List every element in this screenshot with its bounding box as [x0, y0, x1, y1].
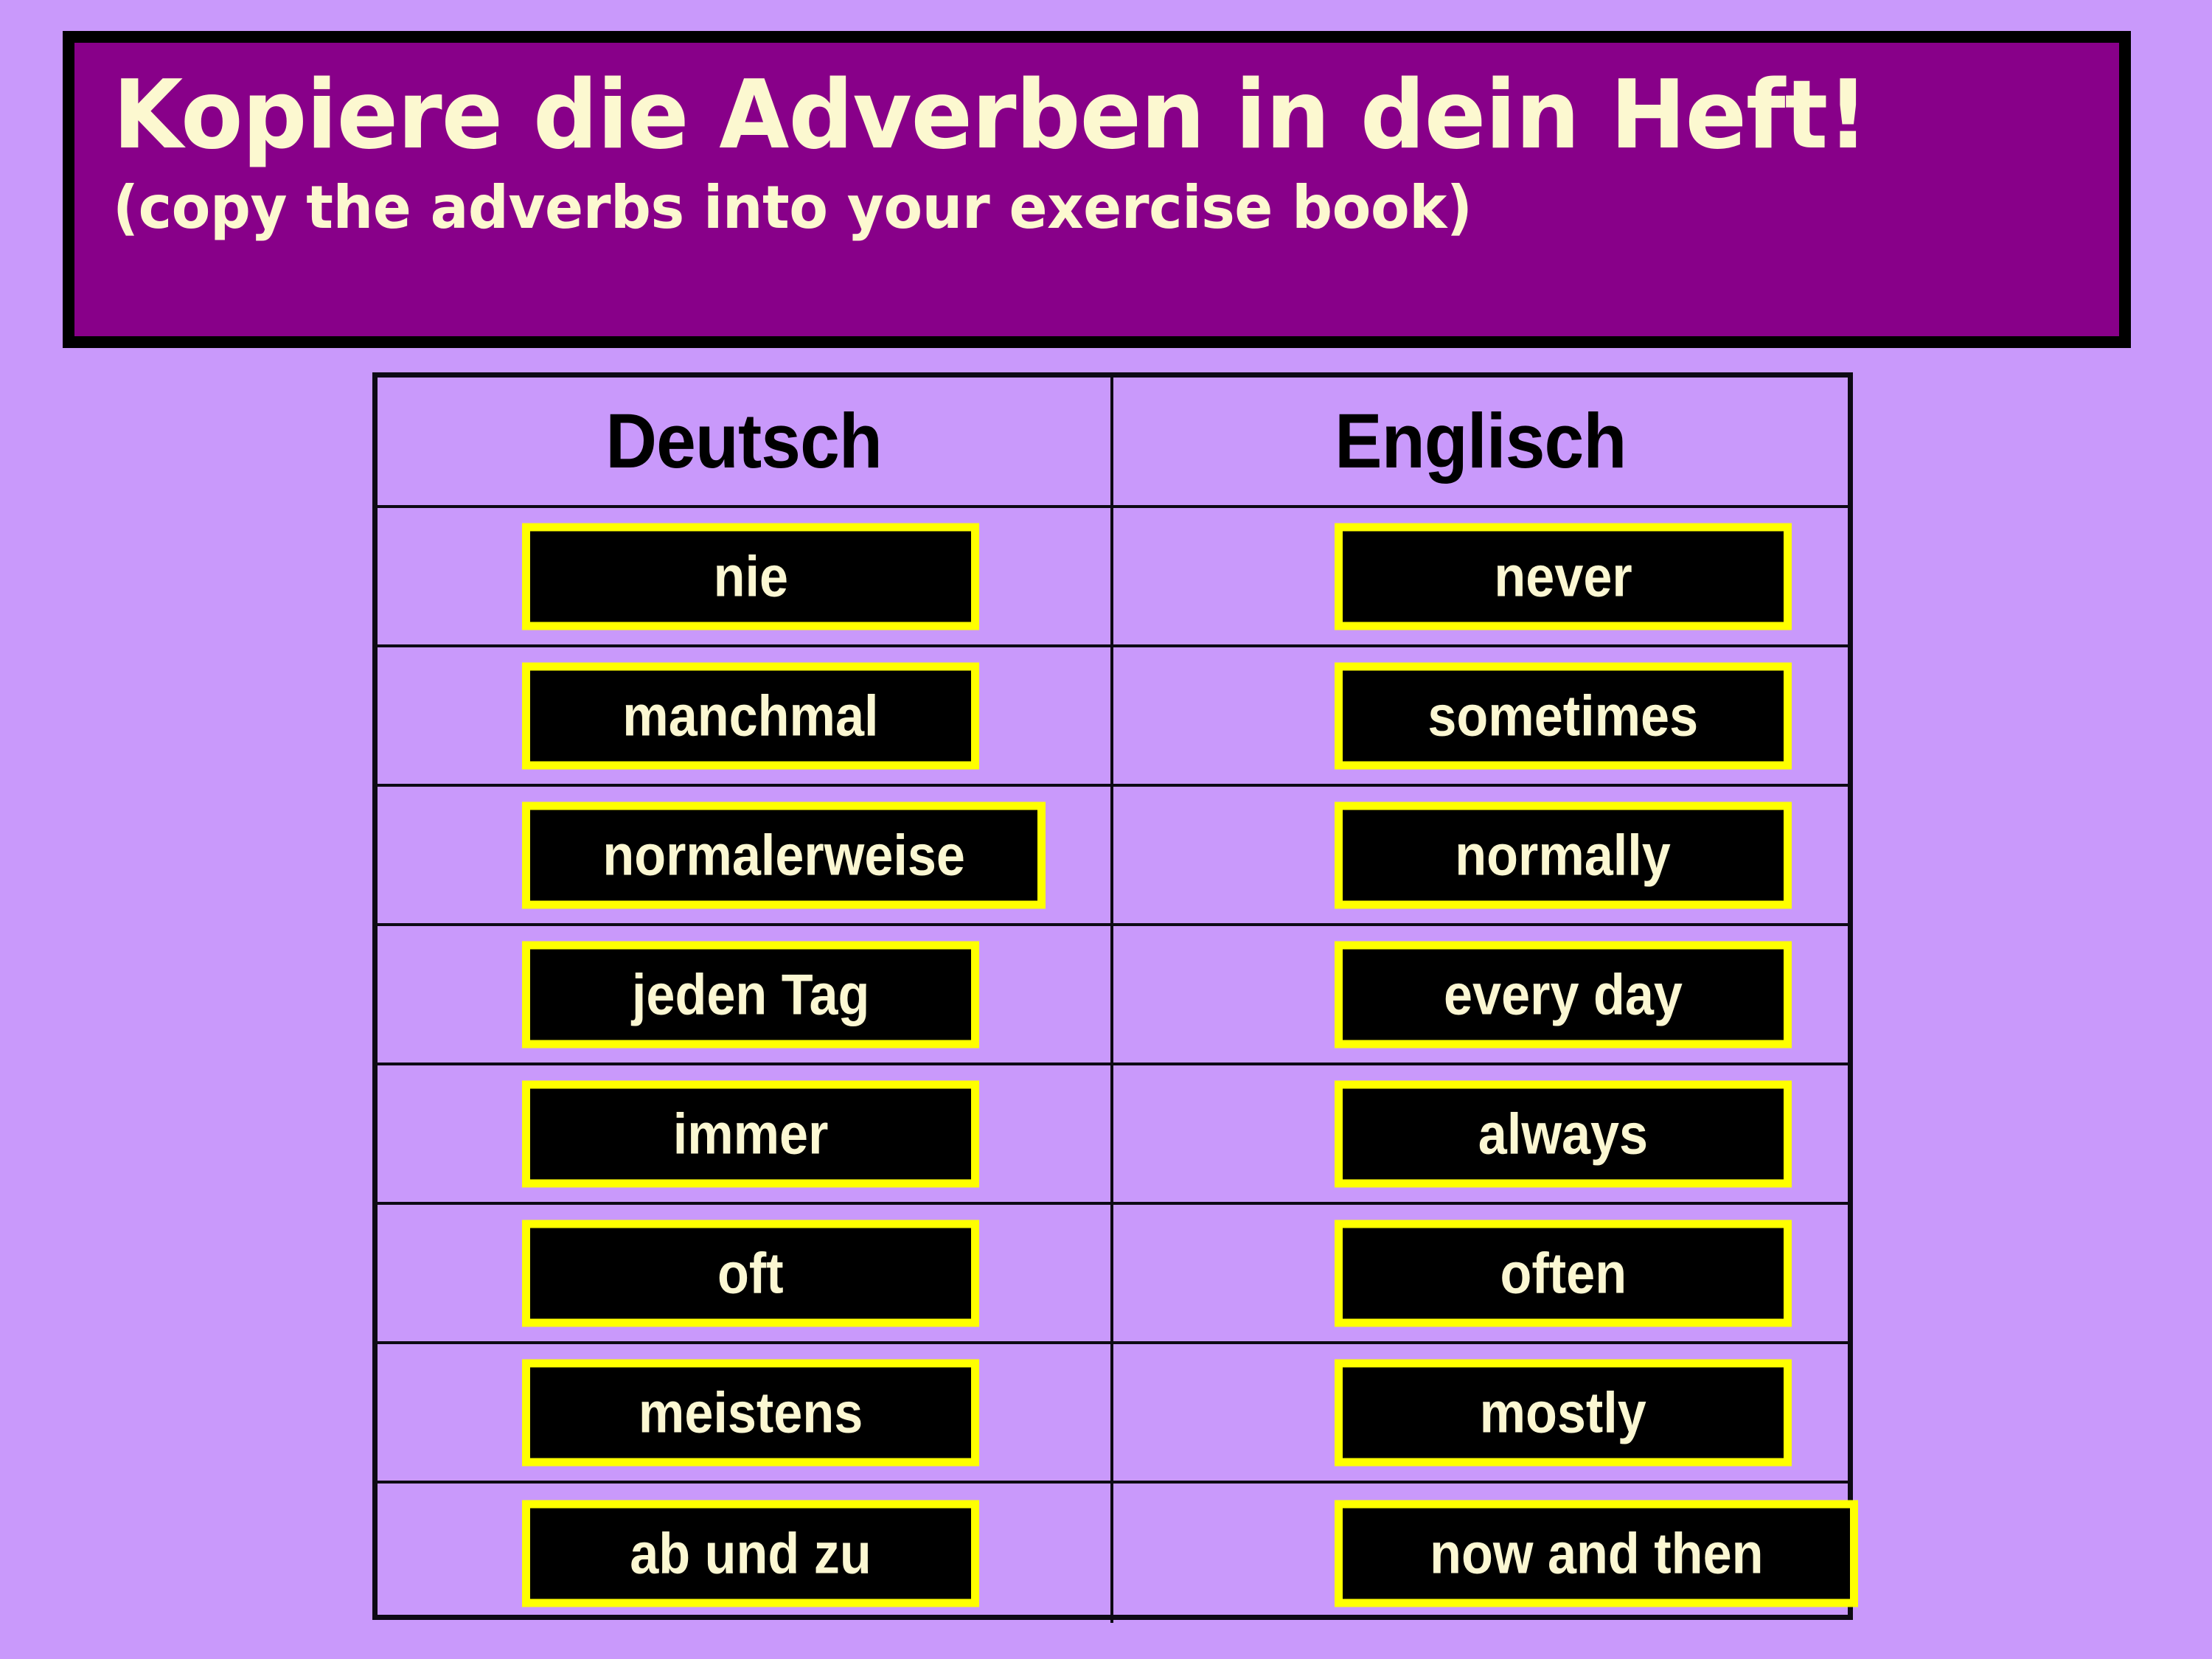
word-chip-inner: oft: [530, 1228, 971, 1318]
word-chip-english[interactable]: always: [1335, 1080, 1792, 1187]
cell-german: meistens: [378, 1344, 1113, 1481]
cell-english: now and then: [1113, 1484, 1858, 1623]
word-chip-inner: always: [1343, 1088, 1784, 1179]
cell-english: every day: [1113, 926, 1848, 1062]
column-header-german-label: Deutsch: [605, 398, 883, 484]
page-title: Kopiere die Adverben in dein Heft!: [113, 60, 1868, 170]
word-chip-english[interactable]: mostly: [1335, 1359, 1792, 1466]
word-chip-inner: normally: [1343, 810, 1784, 900]
column-header-english: Englisch: [1113, 378, 1848, 505]
word-chip-german[interactable]: meistens: [522, 1359, 979, 1466]
word-chip-english[interactable]: never: [1335, 523, 1792, 630]
column-header-german: Deutsch: [378, 378, 1113, 505]
cell-german: ab und zu: [378, 1484, 1113, 1623]
word-chip-english[interactable]: sometimes: [1335, 662, 1792, 769]
cell-english: often: [1113, 1205, 1848, 1341]
word-label-english: sometimes: [1427, 683, 1699, 748]
word-chip-english[interactable]: often: [1335, 1220, 1792, 1326]
word-label-german: ab und zu: [630, 1520, 872, 1586]
word-chip-english[interactable]: now and then: [1335, 1500, 1858, 1607]
cell-german: nie: [378, 508, 1113, 644]
word-label-german: manchmal: [622, 683, 879, 748]
word-label-english: often: [1500, 1240, 1627, 1306]
table-row: normalerweise normally: [378, 787, 1848, 926]
title-banner: Kopiere die Adverben in dein Heft! (copy…: [63, 31, 2131, 348]
table-row: oft often: [378, 1205, 1848, 1344]
word-label-english: now and then: [1429, 1520, 1764, 1586]
word-label-german: meistens: [638, 1380, 863, 1445]
table-row: jeden Tag every day: [378, 926, 1848, 1065]
table-row: manchmal sometimes: [378, 647, 1848, 787]
cell-german: immer: [378, 1065, 1113, 1202]
word-label-english: mostly: [1479, 1380, 1647, 1445]
word-chip-inner: manchmal: [530, 670, 971, 761]
word-chip-german[interactable]: immer: [522, 1080, 979, 1187]
word-chip-german[interactable]: jeden Tag: [522, 941, 979, 1048]
table-row: meistens mostly: [378, 1344, 1848, 1484]
table-header-row: Deutsch Englisch: [378, 378, 1848, 508]
table-row: nie never: [378, 508, 1848, 647]
word-chip-english[interactable]: every day: [1335, 941, 1792, 1048]
vocabulary-table: Deutsch Englisch nie never manchmal some…: [372, 372, 1858, 1623]
table-row: ab und zu now and then: [378, 1484, 1858, 1623]
word-chip-inner: now and then: [1343, 1508, 1850, 1599]
word-chip-german[interactable]: ab und zu: [522, 1500, 979, 1607]
word-chip-german[interactable]: manchmal: [522, 662, 979, 769]
word-label-english: every day: [1444, 961, 1683, 1027]
word-chip-inner: immer: [530, 1088, 971, 1179]
cell-english: never: [1113, 508, 1848, 644]
word-chip-english[interactable]: normally: [1335, 801, 1792, 908]
cell-german: jeden Tag: [378, 926, 1113, 1062]
word-label-german: jeden Tag: [631, 961, 870, 1027]
word-chip-inner: never: [1343, 531, 1784, 622]
word-chip-german[interactable]: oft: [522, 1220, 979, 1326]
page-subtitle: (copy the adverbs into your exercise boo…: [113, 173, 1472, 243]
cell-english: always: [1113, 1065, 1848, 1202]
table-row: immer always: [378, 1065, 1848, 1205]
cell-german: oft: [378, 1205, 1113, 1341]
word-label-german: normalerweise: [602, 822, 965, 888]
cell-english: normally: [1113, 787, 1848, 923]
word-chip-inner: mostly: [1343, 1367, 1784, 1458]
word-chip-inner: meistens: [530, 1367, 971, 1458]
word-chip-inner: every day: [1343, 949, 1784, 1040]
word-label-english: never: [1494, 543, 1632, 609]
word-chip-german[interactable]: normalerweise: [522, 801, 1046, 908]
word-label-english: normally: [1455, 822, 1672, 888]
word-chip-inner: often: [1343, 1228, 1784, 1318]
word-chip-inner: sometimes: [1343, 670, 1784, 761]
word-chip-inner: jeden Tag: [530, 949, 971, 1040]
cell-english: mostly: [1113, 1344, 1848, 1481]
column-header-english-label: Englisch: [1335, 398, 1627, 484]
word-label-english: always: [1478, 1101, 1649, 1166]
word-label-german: nie: [713, 543, 788, 609]
word-label-german: immer: [672, 1101, 829, 1166]
word-chip-german[interactable]: nie: [522, 523, 979, 630]
word-chip-inner: nie: [530, 531, 971, 622]
cell-english: sometimes: [1113, 647, 1848, 784]
word-label-german: oft: [717, 1240, 784, 1306]
title-banner-inner: Kopiere die Adverben in dein Heft! (copy…: [74, 43, 2119, 336]
cell-german: manchmal: [378, 647, 1113, 784]
word-chip-inner: ab und zu: [530, 1508, 971, 1599]
cell-german: normalerweise: [378, 787, 1113, 923]
word-chip-inner: normalerweise: [530, 810, 1037, 900]
